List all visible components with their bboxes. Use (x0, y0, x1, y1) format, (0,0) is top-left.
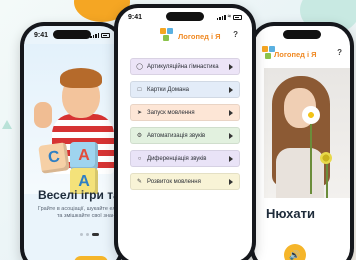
dynamic-island (166, 12, 204, 21)
flower-stem (310, 114, 312, 194)
hero-illustration: C A A (24, 44, 120, 194)
decor-triangle-small (2, 120, 12, 129)
menu-item-speech-launch[interactable]: ➤ Запуск мовлення (130, 104, 240, 121)
onboarding-description: Грайте в асоціації, шукайте елементи та … (37, 206, 120, 219)
logo-icon (262, 46, 276, 60)
main-menu-screen: 9:41 ≈ Логопед і Я ? ◯ Артикуляційна гім… (118, 8, 252, 260)
play-sound-button[interactable]: 🔊 (284, 244, 306, 260)
menu-item-label: Артикуляційна гімнастика (147, 63, 219, 70)
phone-main-menu: 9:41 ≈ Логопед і Я ? ◯ Артикуляційна гім… (114, 4, 256, 260)
thumbs-up-hand (34, 102, 52, 128)
settings-icon: ⚙ (136, 133, 143, 139)
menu-item-sound-automation[interactable]: ⚙ Автоматизація звуків (130, 127, 240, 144)
rocket-icon: ➤ (136, 110, 143, 116)
arrow-right-icon (229, 109, 233, 116)
menu-item-sound-differentiation[interactable]: ○ Диференціація звуків (130, 150, 240, 167)
status-icons: ≈ (216, 14, 242, 20)
dynamic-island (53, 30, 91, 39)
word-label: Нюхати (266, 206, 315, 221)
arrow-right-icon (229, 178, 233, 185)
menu-item-label: Запуск мовлення (147, 109, 195, 116)
next-button[interactable] (74, 256, 108, 260)
mouth-icon: ◯ (136, 64, 143, 70)
menu-item-label: Автоматизація звуків (147, 132, 206, 139)
page-dot[interactable] (80, 233, 83, 236)
daisy-flower (302, 106, 320, 124)
wifi-icon: ≈ (227, 14, 231, 20)
arrow-right-icon (229, 132, 233, 139)
help-button[interactable]: ? (337, 48, 342, 57)
word-card-screen: Логопед і Я ? Нюхати 🔊 (254, 26, 350, 260)
app-header: Логопед і Я ? (254, 43, 350, 65)
page-dot-active[interactable] (92, 233, 99, 236)
battery-icon (101, 32, 110, 38)
app-logo-text: Логопед і Я (178, 31, 221, 41)
signal-icon (216, 14, 226, 20)
menu-item-doman-cards[interactable]: □ Картки Домана (130, 81, 240, 98)
onboarding-title: Веселі ігри та впр (38, 188, 120, 202)
girl-dress (276, 148, 324, 198)
help-button[interactable]: ? (233, 30, 238, 39)
menu-item-label: Картки Домана (147, 86, 190, 93)
dynamic-island (283, 30, 321, 39)
menu-item-speech-development[interactable]: ✎ Розвиток мовлення (130, 173, 240, 190)
battery-icon (233, 14, 242, 20)
ear-icon: ○ (137, 155, 142, 162)
boy-hair (60, 68, 102, 88)
word-photo (264, 68, 350, 198)
app-header: Логопед і Я ? (118, 25, 252, 47)
page-dot[interactable] (86, 233, 89, 236)
signal-icon (90, 32, 99, 38)
logo-icon (160, 28, 174, 42)
chat-icon: ✎ (136, 179, 143, 185)
phone-word-card: Логопед і Я ? Нюхати 🔊 (250, 22, 354, 260)
status-icons (90, 32, 110, 38)
arrow-right-icon (229, 155, 233, 162)
menu-item-articulation[interactable]: ◯ Артикуляційна гімнастика (130, 58, 240, 75)
app-logo-text: Логопед і Я (274, 49, 317, 59)
exercise-menu: ◯ Артикуляційна гімнастика □ Картки Дома… (130, 58, 240, 190)
onboarding-screen: 9:41 C A A Веселі ігри та впр Грайте в а… (24, 26, 120, 260)
letter-cube-a: A (70, 142, 98, 170)
card-icon: □ (137, 86, 142, 93)
letter-cube-c: C (38, 142, 70, 174)
menu-item-label: Диференціація звуків (147, 155, 207, 162)
speaker-icon: 🔊 (289, 249, 301, 260)
arrow-right-icon (229, 86, 233, 93)
page-indicator[interactable] (80, 233, 99, 236)
phone-onboarding: 9:41 C A A Веселі ігри та впр Грайте в а… (20, 22, 124, 260)
daisy-flower-small (320, 152, 332, 164)
status-time: 9:41 (128, 13, 143, 21)
menu-item-label: Розвиток мовлення (147, 178, 201, 185)
status-time: 9:41 (34, 31, 49, 39)
arrow-right-icon (229, 63, 233, 70)
